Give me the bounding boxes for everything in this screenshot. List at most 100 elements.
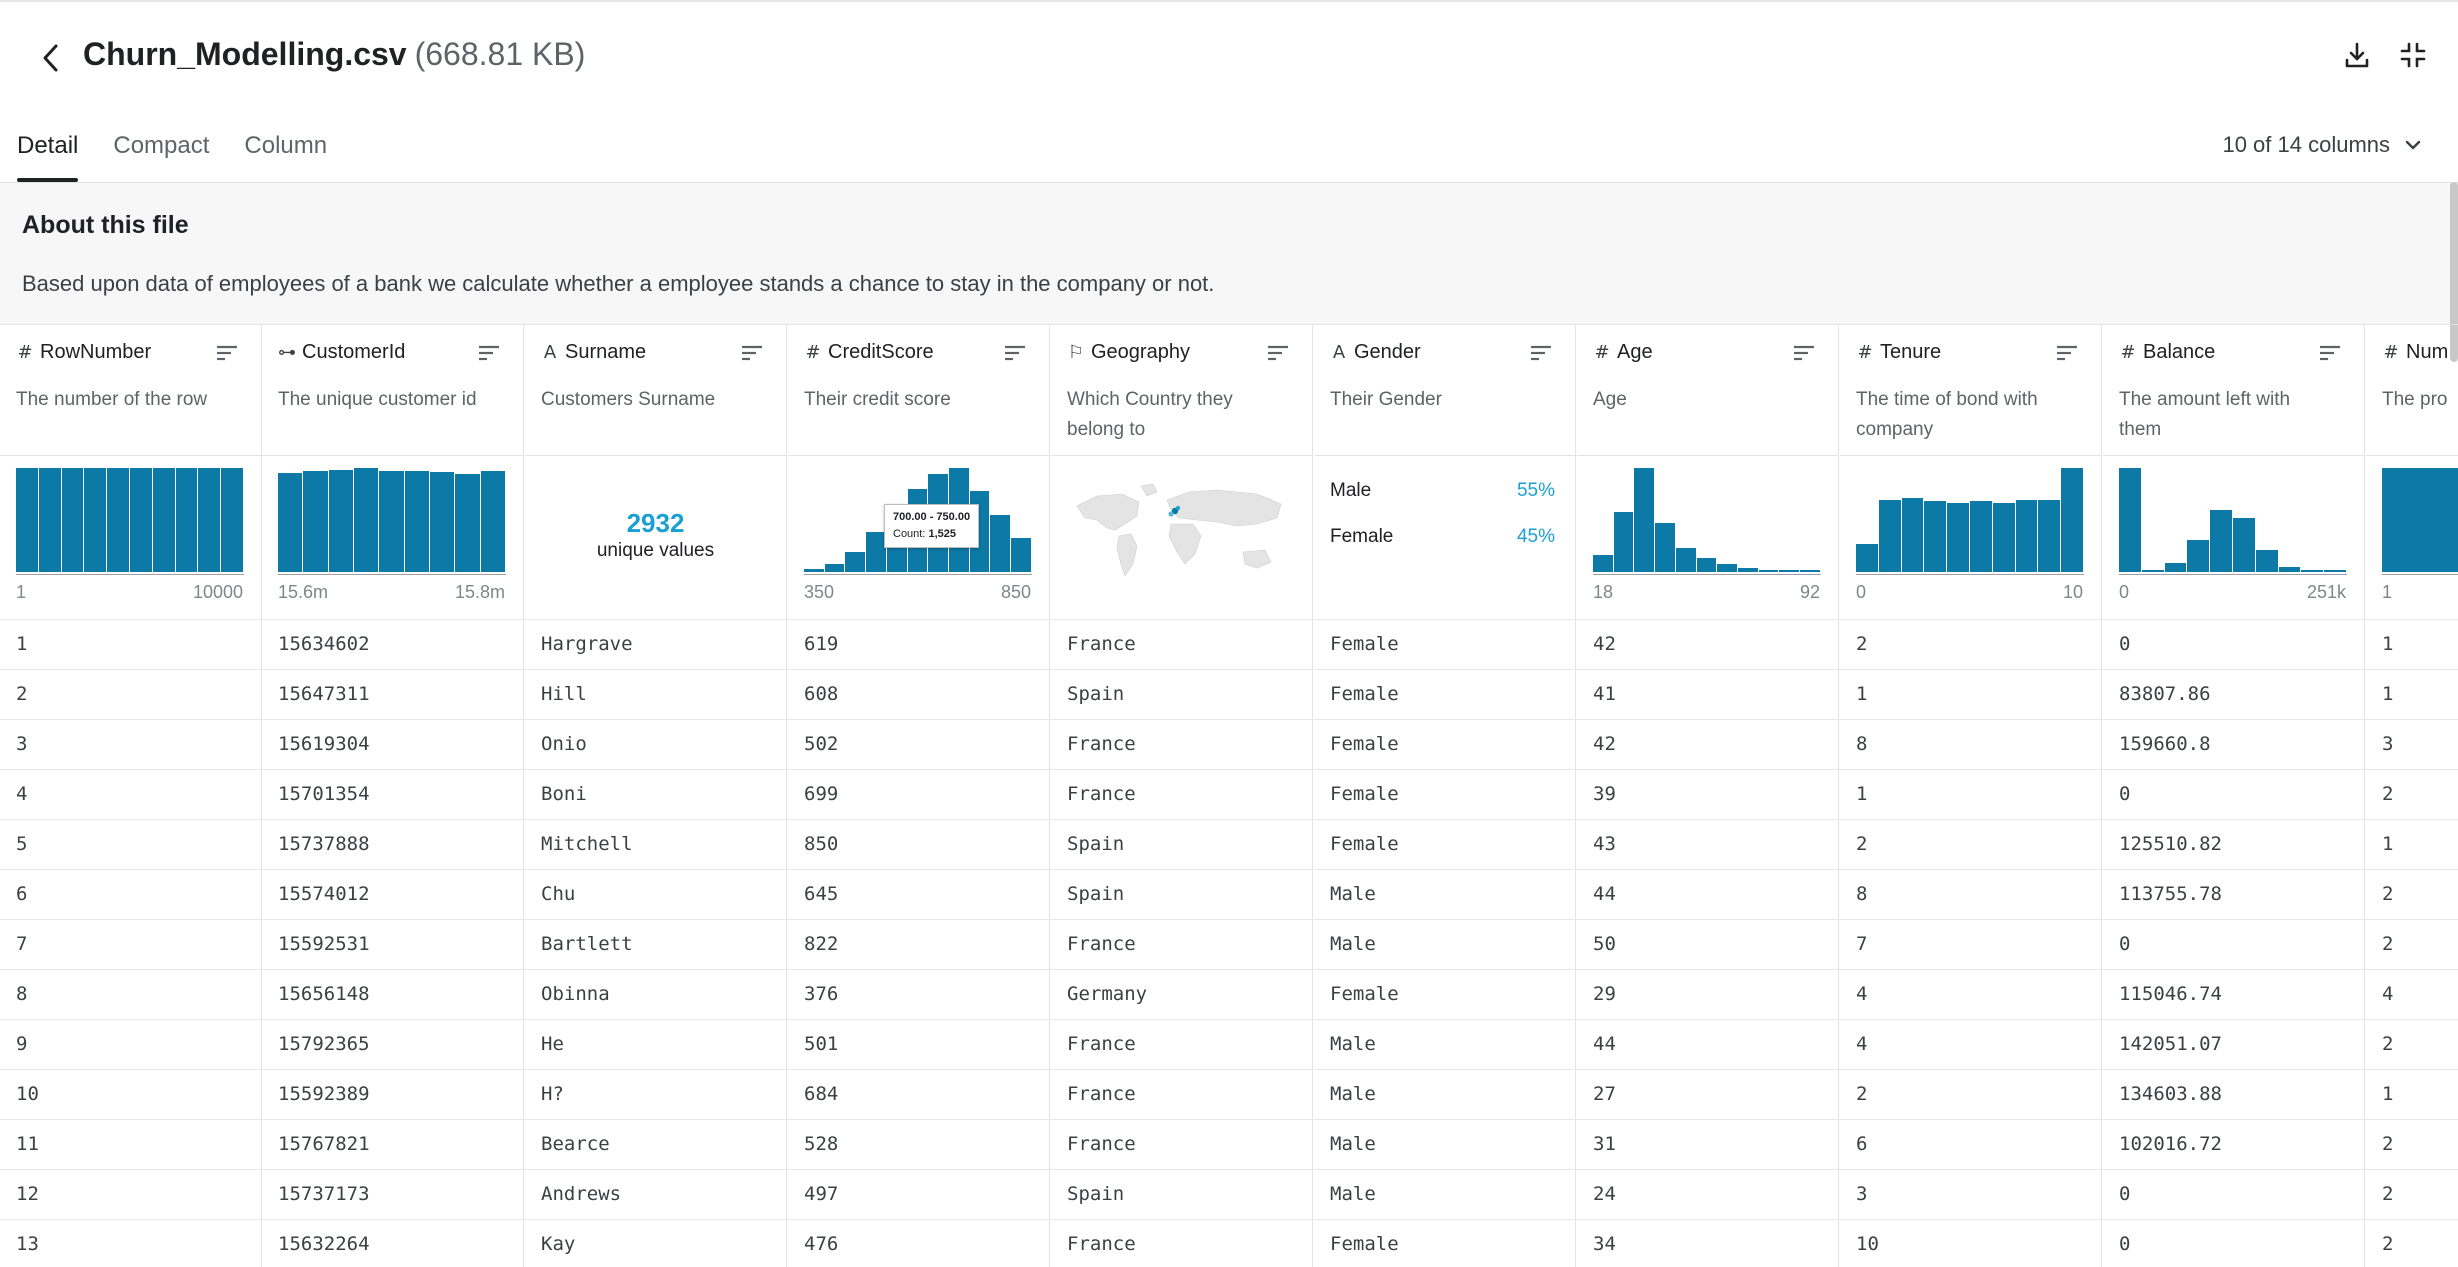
histogram-bar[interactable] xyxy=(1738,567,1758,572)
histogram-bar[interactable] xyxy=(2324,570,2346,572)
histogram-bar[interactable] xyxy=(198,468,221,572)
histogram-bar[interactable] xyxy=(1593,555,1613,572)
column-header[interactable]: ⊶ CustomerId The unique customer id xyxy=(262,325,523,455)
histogram-bar[interactable] xyxy=(84,468,107,572)
column-header[interactable]: # RowNumber The number of the row xyxy=(0,325,261,455)
histogram-bar[interactable] xyxy=(1924,501,1947,572)
column-header[interactable]: # Age Age xyxy=(1577,325,1838,455)
tooltip-count-value: 1,525 xyxy=(928,528,957,540)
table-cell: 13 xyxy=(16,1233,39,1255)
histogram-bar[interactable] xyxy=(2061,468,2083,572)
histogram-bar[interactable] xyxy=(175,468,198,572)
column-header[interactable]: # Balance The amount left with them xyxy=(2103,325,2364,455)
histogram-bar[interactable] xyxy=(107,468,129,572)
histogram-bar[interactable] xyxy=(1613,511,1634,572)
histogram-bar[interactable] xyxy=(2141,569,2164,572)
sort-icon[interactable] xyxy=(1003,343,1027,363)
histogram-bar[interactable] xyxy=(1779,570,1800,572)
table-row xyxy=(0,669,2458,670)
histogram-bar[interactable] xyxy=(353,468,379,572)
histogram-bar[interactable] xyxy=(404,471,429,572)
histogram-bar[interactable] xyxy=(824,563,845,572)
histogram-bar[interactable] xyxy=(2119,468,2141,572)
histogram-bar[interactable] xyxy=(379,471,404,572)
histogram-bar[interactable] xyxy=(1969,501,1992,572)
histogram-bar[interactable] xyxy=(1675,548,1696,572)
histogram-bar[interactable] xyxy=(1655,523,1675,572)
column-header[interactable]: # Num The pro xyxy=(2366,325,2458,455)
tab-detail[interactable]: Detail xyxy=(17,112,79,182)
table-cell: 29 xyxy=(1593,983,1616,1005)
table-cell: 1 xyxy=(1856,783,1868,805)
histogram-bar[interactable] xyxy=(221,468,243,572)
histogram-bar[interactable] xyxy=(2164,562,2187,572)
sort-icon[interactable] xyxy=(2318,343,2342,363)
column-selector[interactable]: 10 of 14 columns xyxy=(2222,132,2422,158)
histogram-bar[interactable] xyxy=(278,473,303,572)
table-row xyxy=(0,1169,2458,1170)
histogram-bar[interactable] xyxy=(1717,563,1738,572)
tab-compact[interactable]: Compact xyxy=(113,112,209,182)
column-header[interactable]: # Tenure The time of bond with company xyxy=(1840,325,2101,455)
chevron-left-icon[interactable] xyxy=(36,38,66,78)
histogram-bar[interactable] xyxy=(38,468,61,572)
histogram-bar[interactable] xyxy=(2255,550,2278,572)
download-icon[interactable] xyxy=(2340,38,2374,72)
histogram-bar[interactable] xyxy=(1758,569,1779,572)
histogram-bar[interactable] xyxy=(1634,468,1655,572)
histogram-bar[interactable] xyxy=(2278,566,2301,572)
sort-icon[interactable] xyxy=(740,343,764,363)
sort-icon[interactable] xyxy=(215,343,239,363)
histogram-bar[interactable] xyxy=(1992,503,2015,572)
histogram-bar[interactable] xyxy=(303,471,328,572)
histogram-bar[interactable] xyxy=(429,472,455,572)
histogram-bar[interactable] xyxy=(480,471,505,572)
histogram-bar[interactable] xyxy=(1011,537,1031,572)
sort-icon[interactable] xyxy=(1529,343,1553,363)
histogram-bar[interactable] xyxy=(129,468,152,572)
sort-icon[interactable] xyxy=(477,343,501,363)
table-cell: 0 xyxy=(2119,933,2131,955)
collapse-icon[interactable] xyxy=(2396,38,2430,72)
histogram-bar[interactable] xyxy=(152,468,175,572)
histogram-bar[interactable] xyxy=(2382,468,2458,572)
sort-icon[interactable] xyxy=(1792,343,1816,363)
column-header[interactable]: A Gender Their Gender xyxy=(1314,325,1575,455)
category-percent: 45% xyxy=(1516,526,1555,547)
table-cell: Hargrave xyxy=(541,633,633,655)
histogram-bar[interactable] xyxy=(1856,543,1878,572)
histogram-bar[interactable] xyxy=(845,552,866,572)
table-cell: Male xyxy=(1330,1033,1376,1055)
histogram-bar[interactable] xyxy=(990,514,1011,572)
column-header[interactable]: # CreditScore Their credit score xyxy=(788,325,1049,455)
histogram-bar[interactable] xyxy=(2210,509,2232,572)
histogram-bar[interactable] xyxy=(2015,500,2038,572)
column-header[interactable]: ⚐ Geography Which Country they belong to xyxy=(1051,325,1312,455)
histogram-bar[interactable] xyxy=(2232,517,2255,572)
histogram-bar[interactable] xyxy=(1901,498,1924,572)
histogram-bar[interactable] xyxy=(1696,558,1717,572)
histogram-bar[interactable] xyxy=(1947,503,1969,572)
table-cell: 43 xyxy=(1593,833,1616,855)
histogram-bar[interactable] xyxy=(804,568,824,572)
column-name: # Age xyxy=(1593,341,1652,364)
table-cell: 15619304 xyxy=(278,733,370,755)
histogram-bar[interactable] xyxy=(455,474,480,572)
histogram-bar[interactable] xyxy=(866,532,886,572)
table-row xyxy=(0,819,2458,820)
table-cell: 608 xyxy=(804,683,839,705)
histogram-bar[interactable] xyxy=(2187,539,2210,572)
table-cell: He xyxy=(541,1033,564,1055)
column-description: The time of bond with company xyxy=(1856,389,2038,440)
tab-column[interactable]: Column xyxy=(244,112,327,182)
histogram-bar[interactable] xyxy=(2038,500,2061,572)
histogram-bar[interactable] xyxy=(2301,570,2324,572)
histogram-bar[interactable] xyxy=(1878,500,1901,572)
sort-icon[interactable] xyxy=(2055,343,2079,363)
histogram-bar[interactable] xyxy=(1800,570,1820,572)
histogram-bar[interactable] xyxy=(16,468,38,572)
histogram-bar[interactable] xyxy=(328,470,353,572)
column-header[interactable]: A Surname Customers Surname xyxy=(525,325,786,455)
sort-icon[interactable] xyxy=(1266,343,1290,363)
histogram-bar[interactable] xyxy=(61,468,84,572)
